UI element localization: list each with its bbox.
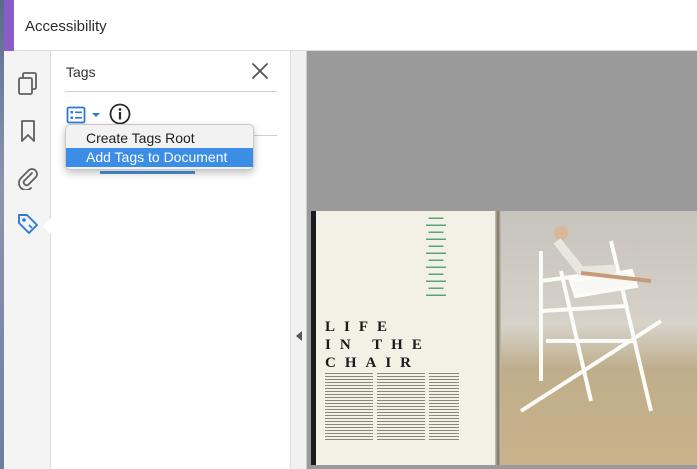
collapse-arrow-icon[interactable] [296, 331, 302, 341]
tags-panel: Tags [51, 51, 291, 469]
pull-quote: ▬▬▬ ▬▬▬▬ ▬▬▬ ▬▬▬▬ ▬▬▬ ▬▬▬▬ ▬▬▬ ▬▬▬▬ ▬▬▬ ▬▬▬▬ ▬▬▬ ▬▬… [426, 216, 446, 298]
attachment-icon [18, 168, 38, 190]
lifeguard-chair [519, 226, 663, 413]
tag-options-icon [66, 106, 86, 124]
page-edge [311, 211, 316, 465]
tag-options-button[interactable] [66, 105, 102, 125]
active-indicator [43, 218, 51, 234]
navigation-rail [4, 51, 51, 469]
page-title: Accessibility [25, 18, 107, 35]
header-accent [4, 0, 14, 51]
pages-button[interactable] [13, 69, 43, 99]
document-page: ▬▬▬ ▬▬▬▬ ▬▬▬ ▬▬▬▬ ▬▬▬ ▬▬▬▬ ▬▬▬ ▬▬▬▬ ▬▬▬ ▬▬▬▬ ▬▬▬ ▬▬… [311, 211, 697, 465]
headline-line-1: LIFE [325, 319, 397, 335]
panel-splitter[interactable] [291, 51, 307, 469]
headline-line-3: CHAIR [325, 355, 421, 371]
attachments-button[interactable] [13, 163, 43, 193]
headline-line-2: IN THE [325, 337, 431, 353]
lifeguard-photo [501, 211, 697, 465]
menu-item-create-tags-root[interactable]: Create Tags Root [66, 129, 253, 148]
panel-divider [65, 91, 277, 92]
panel-title: Tags [66, 64, 96, 80]
tags-button[interactable] [13, 209, 43, 239]
tag-options-menu: Create Tags Root Add Tags to Document [65, 124, 254, 170]
text-column [429, 371, 459, 441]
menu-item-add-tags-to-document[interactable]: Add Tags to Document [66, 148, 253, 167]
pages-icon [18, 72, 37, 95]
selection-underline [100, 171, 195, 174]
bookmarks-button[interactable] [13, 116, 43, 146]
info-button[interactable] [109, 103, 131, 125]
bookmark-icon [21, 120, 35, 142]
text-column [377, 371, 425, 441]
header-bar: Accessibility [4, 0, 697, 51]
document-view[interactable]: ▬▬▬ ▬▬▬▬ ▬▬▬ ▬▬▬▬ ▬▬▬ ▬▬▬▬ ▬▬▬ ▬▬▬▬ ▬▬▬ ▬▬▬▬ ▬▬▬ ▬▬… [307, 51, 697, 469]
text-column [325, 371, 373, 441]
chevron-down-icon [92, 113, 100, 117]
close-button[interactable] [250, 61, 270, 81]
info-icon [109, 103, 131, 125]
tag-icon [18, 214, 38, 234]
close-icon [252, 63, 268, 79]
